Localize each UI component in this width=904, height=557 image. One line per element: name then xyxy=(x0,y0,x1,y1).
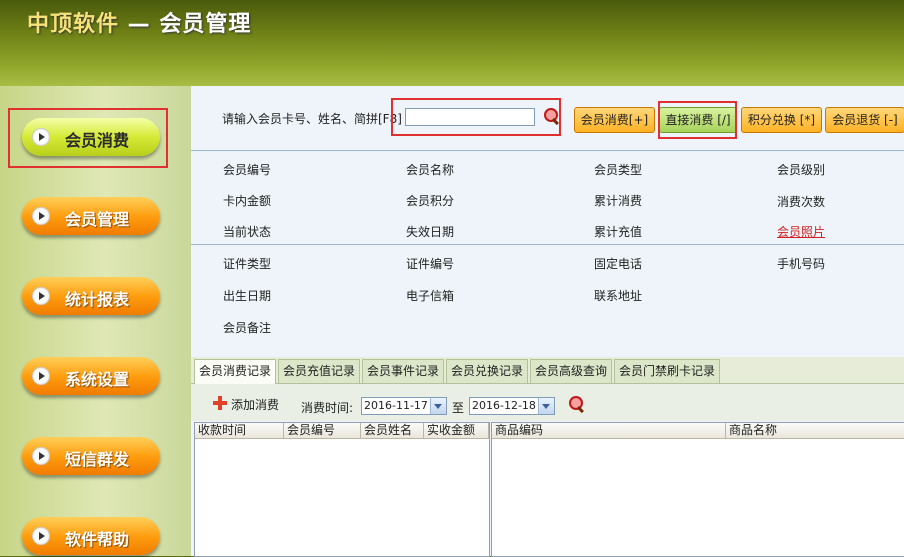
title-bar: 中顶软件 — 会员管理 xyxy=(0,0,904,86)
member-consume-button[interactable]: 会员消费[+] xyxy=(574,107,655,133)
play-circle-icon xyxy=(32,207,50,225)
column-header[interactable]: 商品编码 xyxy=(492,423,726,438)
play-circle-icon xyxy=(32,128,50,146)
field-member-points: 会员积分 xyxy=(406,194,455,208)
play-circle-icon xyxy=(32,287,50,305)
field-member-no: 会员编号 xyxy=(223,163,272,177)
field-status: 当前状态 xyxy=(223,225,272,239)
app-title-suffix: — 会员管理 xyxy=(119,12,252,37)
tab-advanced-query[interactable]: 会员高级查询 xyxy=(530,359,613,383)
search-label: 请输入会员卡号、姓名、简拼[F8] xyxy=(222,112,402,126)
field-consume-count: 消费次数 xyxy=(777,195,826,209)
sidebar-item-help[interactable]: 软件帮助 xyxy=(22,517,160,555)
app-brand: 中顶软件 xyxy=(27,12,120,37)
search-input[interactable] xyxy=(405,108,535,126)
start-date-picker[interactable]: 2016-11-17 xyxy=(361,397,447,415)
sidebar-item-label: 统计报表 xyxy=(65,290,130,309)
add-consume-label: 添加消费 xyxy=(231,398,280,412)
play-circle-icon xyxy=(32,527,50,545)
tab-consume-records[interactable]: 会员消费记录 xyxy=(194,359,277,384)
divider xyxy=(191,150,904,151)
field-email: 电子信箱 xyxy=(406,289,455,303)
field-member-name: 会员名称 xyxy=(406,163,455,177)
sidebar-item-label: 会员消费 xyxy=(65,131,130,150)
consume-time-label: 消费时间: xyxy=(301,401,354,415)
tab-redeem-records[interactable]: 会员兑换记录 xyxy=(446,359,529,383)
record-tabs: 会员消费记录 会员充值记录 会员事件记录 会员兑换记录 会员高级查询 会员门禁刷… xyxy=(191,357,904,384)
points-redeem-button[interactable]: 积分兑换 [*] xyxy=(741,107,822,133)
play-circle-icon xyxy=(32,447,50,465)
sidebar-item-member-manage[interactable]: 会员管理 xyxy=(22,197,160,235)
sidebar: 会员消费 会员管理 统计报表 系统设置 短信群发 软件帮助 xyxy=(0,86,191,556)
sidebar-item-reports[interactable]: 统计报表 xyxy=(22,277,160,315)
field-total-recharge: 累计充值 xyxy=(594,225,643,239)
tab-recharge-records[interactable]: 会员充值记录 xyxy=(278,359,361,383)
play-circle-icon xyxy=(32,367,50,385)
tab-access-card-records[interactable]: 会员门禁刷卡记录 xyxy=(614,359,721,383)
member-photo-link[interactable]: 会员照片 xyxy=(777,223,825,240)
sidebar-item-label: 系统设置 xyxy=(65,370,130,389)
plus-icon xyxy=(213,396,227,410)
table-header: 商品编码 商品名称 xyxy=(492,423,904,439)
consume-records-table[interactable]: 收款时间 会员编号 会员姓名 实收金额 xyxy=(194,422,490,557)
member-refund-button[interactable]: 会员退货 [-] xyxy=(825,107,904,133)
sidebar-item-settings[interactable]: 系统设置 xyxy=(22,357,160,395)
sidebar-item-label: 会员管理 xyxy=(65,210,130,229)
chevron-down-icon[interactable] xyxy=(538,398,554,414)
search-icon[interactable] xyxy=(569,396,585,414)
date-to-label: 至 xyxy=(452,401,465,415)
field-expire-date: 失效日期 xyxy=(406,225,455,239)
column-header[interactable]: 收款时间 xyxy=(195,423,284,438)
main-panel: 请输入会员卡号、姓名、简拼[F8] 会员消费[+] 直接消费 [/] 积分兑换 … xyxy=(191,86,904,557)
divider xyxy=(191,244,904,245)
sidebar-item-label: 短信群发 xyxy=(65,450,130,469)
field-phone: 固定电话 xyxy=(594,257,643,271)
column-header[interactable]: 商品名称 xyxy=(726,423,904,438)
sidebar-item-sms[interactable]: 短信群发 xyxy=(22,437,160,475)
search-icon[interactable] xyxy=(544,108,560,126)
field-id-type: 证件类型 xyxy=(223,257,272,271)
start-date-value: 2016-11-17 xyxy=(364,399,428,412)
field-id-no: 证件编号 xyxy=(406,257,455,271)
column-header[interactable]: 会员姓名 xyxy=(361,423,424,438)
column-header[interactable]: 实收金额 xyxy=(424,423,489,438)
tab-event-records[interactable]: 会员事件记录 xyxy=(362,359,445,383)
field-card-balance: 卡内金额 xyxy=(223,194,272,208)
field-mobile: 手机号码 xyxy=(777,257,826,271)
field-member-type: 会员类型 xyxy=(594,163,643,177)
end-date-value: 2016-12-18 xyxy=(472,399,536,412)
table-header: 收款时间 会员编号 会员姓名 实收金额 xyxy=(195,423,489,439)
field-address: 联系地址 xyxy=(594,289,643,303)
app-title: 中顶软件 — 会员管理 xyxy=(27,6,251,38)
chevron-down-icon[interactable] xyxy=(430,398,446,414)
direct-consume-button[interactable]: 直接消费 [/] xyxy=(659,107,737,133)
goods-table[interactable]: 商品编码 商品名称 xyxy=(491,422,904,557)
sidebar-item-label: 软件帮助 xyxy=(65,530,130,549)
sidebar-item-member-consume[interactable]: 会员消费 xyxy=(22,118,160,156)
column-header[interactable]: 会员编号 xyxy=(284,423,361,438)
field-total-consume: 累计消费 xyxy=(594,194,643,208)
field-birthday: 出生日期 xyxy=(223,289,272,303)
field-remark: 会员备注 xyxy=(223,321,272,335)
end-date-picker[interactable]: 2016-12-18 xyxy=(469,397,555,415)
toolbar: 添加消费 消费时间: 2016-11-17 至 2016-12-18 xyxy=(191,384,904,421)
field-member-level: 会员级别 xyxy=(777,163,826,177)
